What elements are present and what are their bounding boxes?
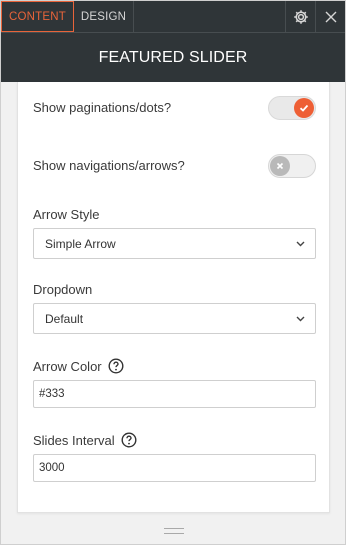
navigation-label-text: Show navigations/arrows? <box>33 158 185 173</box>
slides-interval-label-text: Slides Interval <box>33 432 115 448</box>
dropdown-label-text: Dropdown <box>33 282 93 297</box>
arrow-color-label-text: Arrow Color <box>33 358 102 374</box>
tab-bar-spacer <box>134 1 285 32</box>
close-button[interactable] <box>315 1 345 32</box>
pagination-label: Show paginations/dots? <box>33 100 171 115</box>
tab-bar: CONTENT DESIGN <box>1 1 345 32</box>
resize-handle[interactable] <box>164 528 184 534</box>
tab-content[interactable]: CONTENT <box>1 1 74 32</box>
arrow-style-select[interactable]: Simple Arrow <box>33 228 316 259</box>
pagination-label-text: Show paginations/dots? <box>33 100 172 115</box>
grip-line <box>164 528 184 529</box>
navigation-label: Show navigations/arrows? <box>33 158 185 173</box>
panel-header: FEATURED SLIDER <box>1 32 345 82</box>
slides-interval-label: Slides Interval <box>33 432 137 448</box>
help-icon[interactable] <box>108 358 124 374</box>
page-title: FEATURED SLIDER <box>98 48 248 66</box>
grip-line <box>164 533 184 534</box>
arrow-color-label: Arrow Color <box>33 358 124 374</box>
arrow-style-label: Arrow Style <box>33 207 99 222</box>
arrow-style-value: Simple Arrow <box>45 236 116 251</box>
toggle-knob <box>270 156 290 176</box>
navigation-toggle[interactable] <box>268 154 316 178</box>
check-icon <box>299 103 309 113</box>
arrow-style-label-text: Arrow Style <box>33 207 100 222</box>
settings-panel: CONTENT DESIGN FEATURED SLIDER Show pagi… <box>0 0 346 545</box>
dropdown-value: Default <box>45 311 84 326</box>
settings-button[interactable] <box>285 1 315 32</box>
close-icon <box>325 11 337 23</box>
slides-interval-input[interactable] <box>33 454 316 482</box>
toggle-knob <box>294 98 314 118</box>
chevron-down-icon <box>296 241 305 247</box>
x-icon <box>276 162 284 170</box>
dropdown-label: Dropdown <box>33 282 92 297</box>
pagination-toggle[interactable] <box>268 96 316 120</box>
help-icon[interactable] <box>121 432 137 448</box>
chevron-down-icon <box>296 316 305 322</box>
settings-card: Show paginations/dots? Show navigations/… <box>17 82 330 513</box>
dropdown-select[interactable]: Default <box>33 303 316 334</box>
arrow-color-input[interactable] <box>33 380 316 408</box>
gear-icon <box>293 9 309 25</box>
tab-design[interactable]: DESIGN <box>74 1 134 32</box>
